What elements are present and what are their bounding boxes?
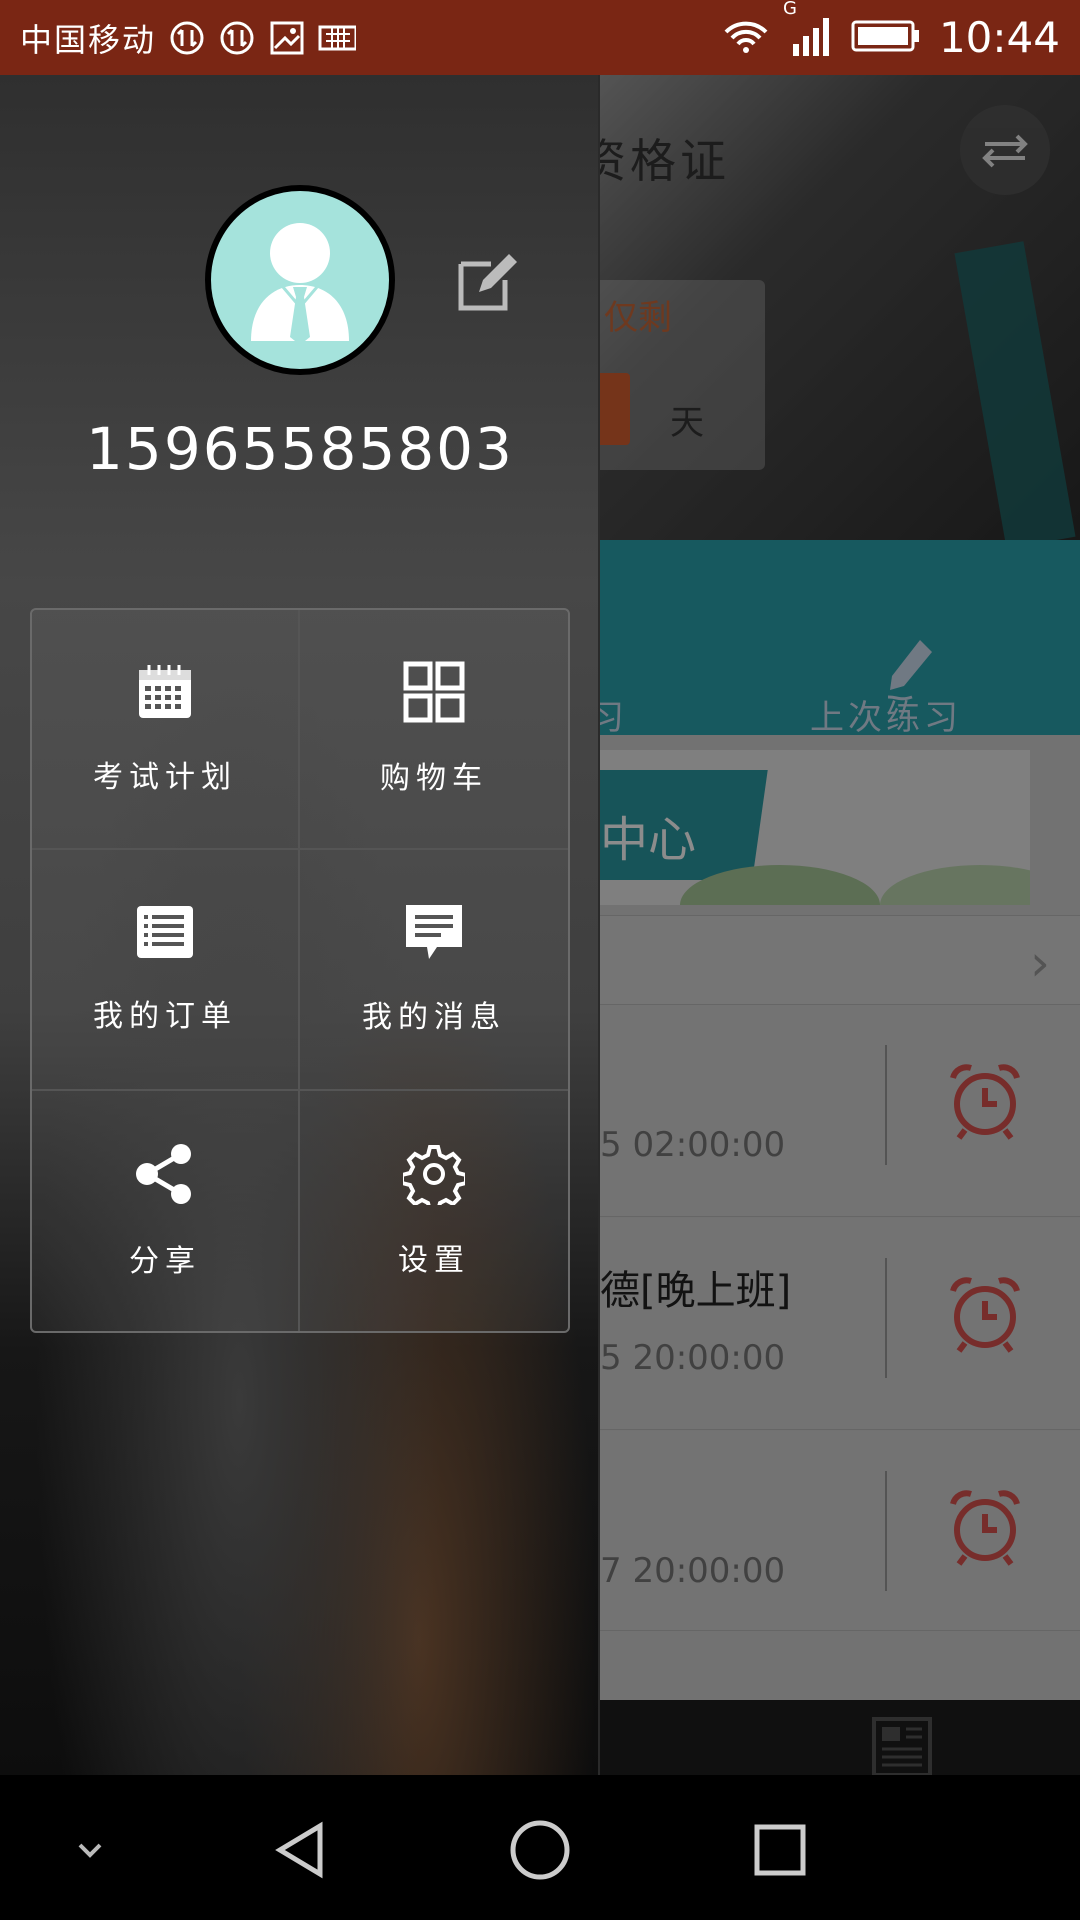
grid-icon [403, 661, 465, 723]
menu-label: 设置 [398, 1242, 470, 1278]
share-icon [136, 1143, 191, 1204]
menu-settings[interactable]: 设置 [300, 1090, 568, 1331]
home-button[interactable] [505, 1815, 575, 1885]
back-button[interactable] [265, 1815, 335, 1885]
menu-shopping-cart[interactable]: 购物车 [300, 610, 568, 851]
menu-label: 购物车 [380, 761, 488, 797]
menu-label: 我的订单 [93, 999, 237, 1035]
user-phone: 15965585803 [86, 415, 514, 483]
gear-icon [403, 1144, 465, 1205]
chevron-down-icon [78, 1843, 102, 1858]
menu-exam-plan[interactable]: 考试计划 [32, 610, 300, 851]
battery-icon [851, 18, 921, 58]
menu-my-messages[interactable]: 我的消息 [300, 850, 568, 1091]
menu-share[interactable]: 分享 [32, 1090, 300, 1331]
recents-button[interactable] [745, 1815, 815, 1885]
user-icon [251, 223, 349, 345]
system-nav-bar [0, 1775, 1080, 1920]
calendar-icon [139, 665, 191, 719]
data-sync-icon-2 [218, 19, 256, 57]
keyboard-icon [318, 19, 357, 57]
menu-label: 考试计划 [93, 760, 237, 796]
carrier-name: 中国移动 [20, 20, 157, 59]
menu-label: 分享 [129, 1243, 201, 1279]
image-icon [268, 19, 306, 57]
data-sync-icon [168, 19, 206, 57]
status-bar: 中国移动 G 10:44 [0, 0, 1080, 75]
menu-label: 我的消息 [362, 1000, 506, 1036]
list-icon [137, 906, 193, 959]
home-icon [510, 1820, 570, 1880]
drawer-menu-grid: 考试计划 购物车 我的订单 我的消息 分享 设置 [30, 608, 570, 1333]
message-icon [406, 905, 462, 960]
avatar[interactable] [205, 185, 395, 375]
edit-icon [458, 254, 517, 311]
network-type: G [782, 0, 797, 19]
menu-my-orders[interactable]: 我的订单 [32, 850, 300, 1091]
back-icon [275, 1821, 323, 1879]
edit-profile-button[interactable] [455, 250, 519, 314]
wifi-icon [721, 16, 771, 60]
clock: 10:44 [938, 13, 1060, 62]
recents-icon [754, 1824, 806, 1876]
signal-icon: G [783, 0, 833, 62]
navigation-drawer: 15965585803 考试计划 购物车 我的订单 我的消息 分享 设置 [0, 75, 600, 1775]
hide-nav-button[interactable] [55, 1815, 125, 1885]
